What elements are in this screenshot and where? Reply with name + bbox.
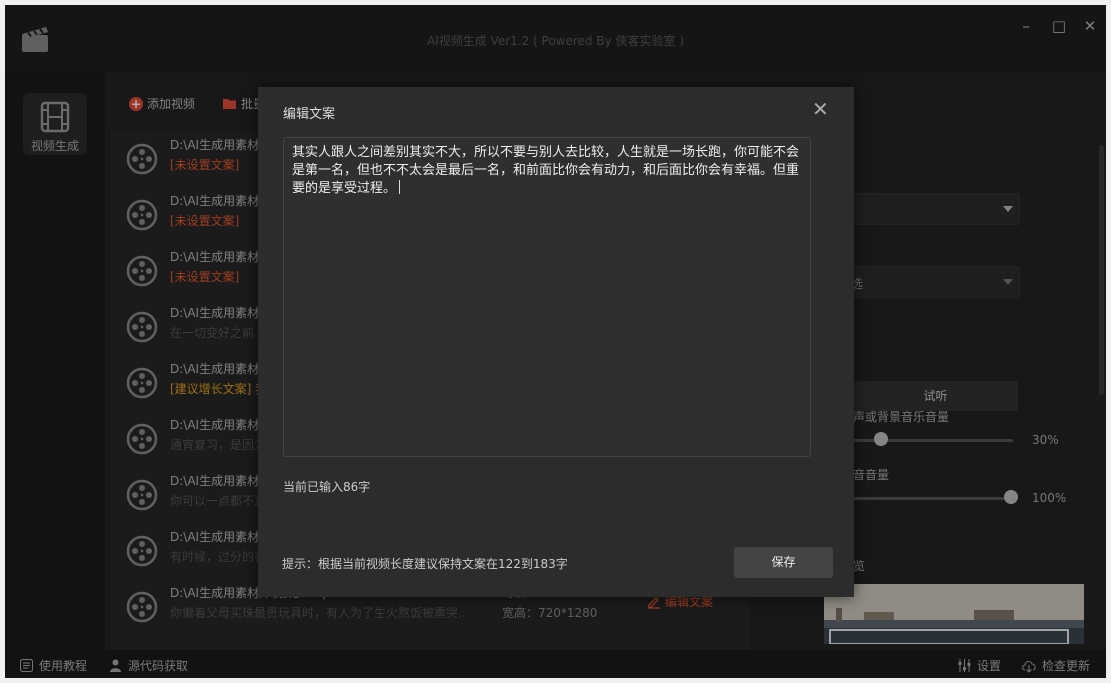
script-textarea[interactable]: 其实人跟人之间差别其实不大，所以不要与别人去比较，人生就是一场长跑，你可能不会是… <box>283 137 811 457</box>
close-icon: ✕ <box>812 97 829 121</box>
text-cursor <box>399 180 401 194</box>
char-count: 当前已输入86字 <box>283 480 371 494</box>
edit-script-dialog: 编辑文案 ✕ 其实人跟人之间差别其实不大，所以不要与别人去比较，人生就是一场长跑… <box>258 87 854 597</box>
dialog-title: 编辑文案 <box>283 107 336 122</box>
app-window: AI视频生成 Ver1.2 ( Powered By 侠客实验室 ) – □ ✕… <box>5 5 1106 678</box>
dialog-close-button[interactable]: ✕ <box>812 99 829 119</box>
length-hint: 提示：根据当前视频长度建议保持文案在122到183字 <box>282 557 568 571</box>
script-text: 其实人跟人之间差别其实不大，所以不要与别人去比较，人生就是一场长跑，你可能不会是… <box>292 145 800 196</box>
save-button[interactable]: 保存 <box>734 547 833 578</box>
